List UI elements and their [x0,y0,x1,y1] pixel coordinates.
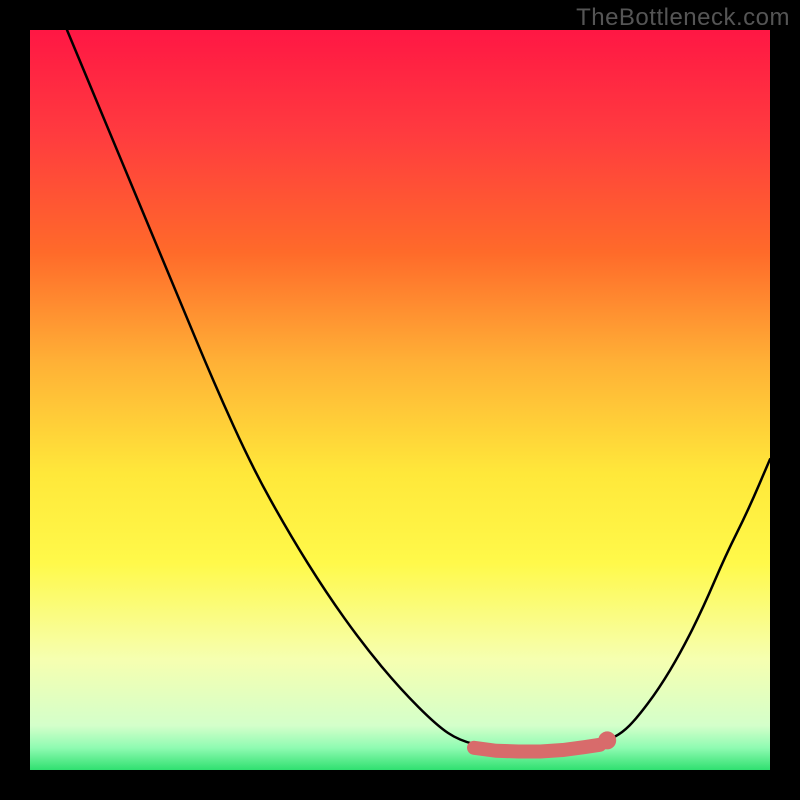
gradient-background [30,30,770,770]
chart-svg [30,30,770,770]
sweet-spot-end-dot [598,731,616,749]
watermark-text: TheBottleneck.com [576,4,790,32]
sweet-spot-marker [474,745,600,752]
chart-frame: TheBottleneck.com [0,0,800,800]
plot-area [30,30,770,770]
